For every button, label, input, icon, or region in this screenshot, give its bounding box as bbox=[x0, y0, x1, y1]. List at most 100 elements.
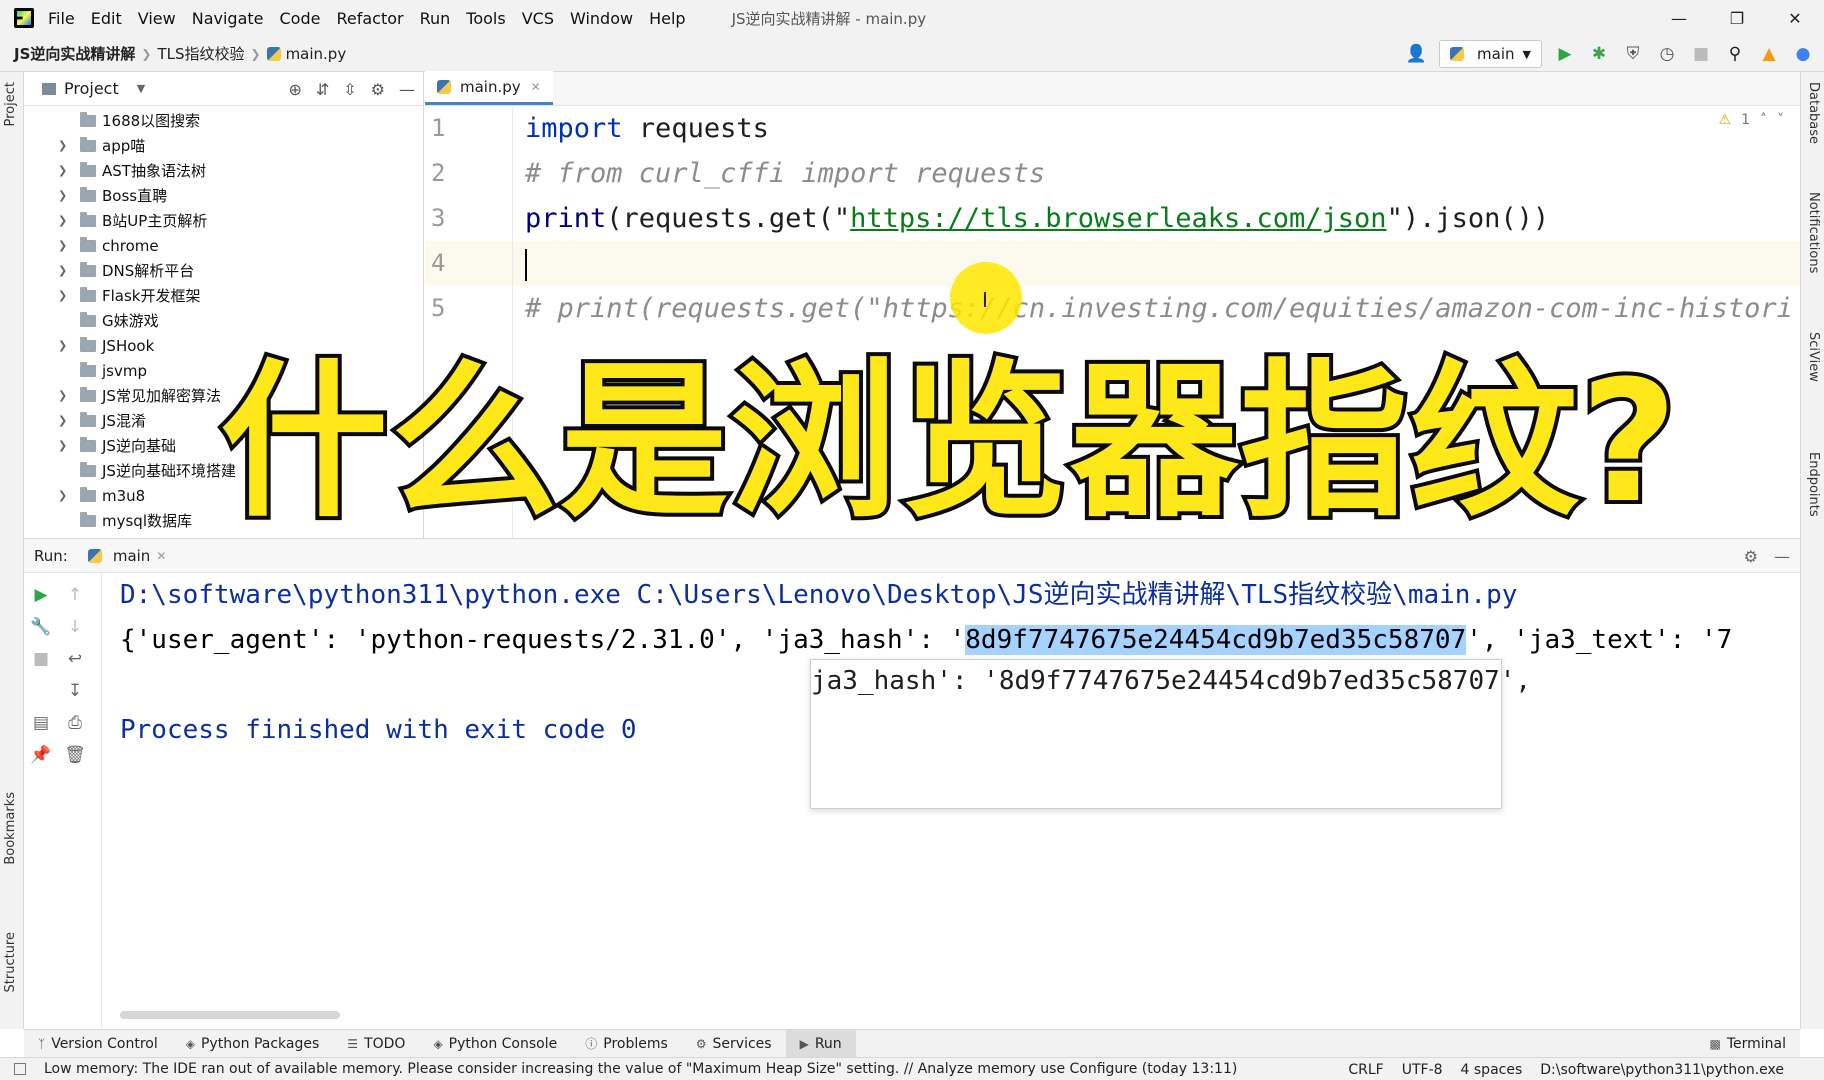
menu-run[interactable]: Run bbox=[420, 9, 451, 28]
locate-icon[interactable]: ⊕ bbox=[288, 80, 301, 99]
chevron-right-icon[interactable]: ❯ bbox=[58, 264, 72, 277]
structure-tool-tab[interactable]: Structure bbox=[3, 932, 18, 992]
project-tree-item[interactable]: ❯ AST抽象语法树 bbox=[24, 158, 423, 183]
arrow-down-icon[interactable]: ↓ bbox=[64, 617, 86, 637]
scroll-to-end-icon[interactable]: ↧ bbox=[64, 681, 86, 701]
wrench-icon[interactable]: 🔧 bbox=[30, 617, 52, 637]
chevron-right-icon[interactable]: ❯ bbox=[58, 139, 72, 152]
breadcrumb-project[interactable]: JS逆向实战精讲解 bbox=[14, 43, 135, 64]
menu-vcs[interactable]: VCS bbox=[522, 9, 554, 28]
menu-help[interactable]: Help bbox=[649, 9, 685, 28]
menu-refactor[interactable]: Refactor bbox=[336, 9, 403, 28]
code-line-1[interactable]: import requests bbox=[513, 106, 1800, 151]
breadcrumb-file[interactable]: main.py bbox=[286, 45, 347, 63]
stop-icon[interactable]: ■ bbox=[1690, 44, 1712, 64]
chevron-right-icon[interactable]: ❯ bbox=[58, 489, 72, 502]
minimize-icon[interactable]: — bbox=[1650, 0, 1708, 36]
update-icon[interactable]: ▲ bbox=[1758, 44, 1780, 64]
database-tool-tab[interactable]: Database bbox=[1806, 82, 1821, 144]
chevron-right-icon[interactable]: ❯ bbox=[58, 439, 72, 452]
gear-icon[interactable]: ⚙ bbox=[1744, 547, 1758, 566]
menu-edit[interactable]: Edit bbox=[91, 9, 122, 28]
project-tree-item[interactable]: G妹游戏 bbox=[24, 308, 423, 333]
notifications-tool-tab[interactable]: Notifications bbox=[1806, 192, 1821, 273]
project-tree-item[interactable]: ❯ Flask开发框架 bbox=[24, 283, 423, 308]
arrow-up-icon[interactable]: ↑ bbox=[64, 585, 86, 605]
code-line-3[interactable]: print(requests.get("https://tls.browserl… bbox=[513, 196, 1800, 241]
breadcrumb-folder[interactable]: TLS指纹校验 bbox=[157, 43, 244, 64]
project-tree-item[interactable]: ❯ Boss直聘 bbox=[24, 183, 423, 208]
trash-icon[interactable]: 🗑 bbox=[64, 745, 86, 765]
search-icon[interactable]: ⚲ bbox=[1724, 44, 1746, 64]
project-tree-item[interactable]: ❯ chrome bbox=[24, 233, 423, 258]
hide-panel-icon[interactable]: — bbox=[399, 80, 415, 99]
menu-navigate[interactable]: Navigate bbox=[192, 9, 264, 28]
project-tree-item[interactable]: ❯ app喵 bbox=[24, 133, 423, 158]
chevron-right-icon[interactable]: ❯ bbox=[58, 164, 72, 177]
bookmarks-tool-tab[interactable]: Bookmarks bbox=[3, 792, 18, 865]
project-tool-tab[interactable]: Project bbox=[3, 82, 18, 126]
tab-terminal[interactable]: ▩ Terminal bbox=[1709, 1030, 1786, 1058]
tab-python-console[interactable]: ◈ Python Console bbox=[419, 1030, 571, 1058]
expand-all-icon[interactable]: ⇵ bbox=[316, 80, 329, 99]
project-panel-title[interactable]: Project bbox=[64, 79, 119, 98]
soft-wrap-icon[interactable]: ↩ bbox=[64, 649, 86, 669]
debug-icon[interactable]: ✱ bbox=[1588, 44, 1610, 64]
code-line-5[interactable]: # print(requests.get("https://cn.investi… bbox=[513, 286, 1800, 331]
rerun-icon[interactable]: ▶ bbox=[30, 585, 52, 605]
tab-main-py[interactable]: main.py ✕ bbox=[425, 71, 553, 105]
chevron-right-icon[interactable]: ❯ bbox=[58, 389, 72, 402]
close-icon[interactable]: ✕ bbox=[1766, 0, 1824, 36]
pin-icon[interactable]: 📌 bbox=[30, 745, 52, 765]
menu-view[interactable]: View bbox=[138, 9, 176, 28]
user-icon[interactable]: 👤 bbox=[1405, 44, 1427, 64]
chevron-right-icon[interactable]: ❯ bbox=[58, 189, 72, 202]
tab-python-packages[interactable]: ◈ Python Packages bbox=[172, 1030, 334, 1058]
chevron-down-icon[interactable]: ▼ bbox=[137, 82, 145, 95]
project-tree-item[interactable]: ❯ DNS解析平台 bbox=[24, 258, 423, 283]
layout-icon[interactable]: ▤ bbox=[30, 713, 52, 733]
run-configuration-select[interactable]: main ▼ bbox=[1439, 40, 1542, 68]
menu-tools[interactable]: Tools bbox=[466, 9, 505, 28]
chevron-down-icon[interactable]: ˅ bbox=[1777, 112, 1784, 128]
menu-code[interactable]: Code bbox=[280, 9, 321, 28]
indent-setting[interactable]: 4 spaces bbox=[1461, 1062, 1523, 1078]
status-message[interactable]: Low memory: The IDE ran out of available… bbox=[44, 1061, 1237, 1077]
sciview-tool-tab[interactable]: SciView bbox=[1806, 332, 1821, 382]
interpreter-path[interactable]: D:\software\python311\python.exe bbox=[1540, 1062, 1784, 1078]
url-string[interactable]: https://tls.browserleaks.com/json bbox=[850, 203, 1386, 234]
print-icon[interactable]: ⎙ bbox=[64, 713, 86, 733]
tab-services[interactable]: ⚙ Services bbox=[682, 1030, 786, 1058]
collapse-all-icon[interactable]: ⇳ bbox=[343, 80, 356, 99]
project-tree-item[interactable]: 1688以图搜索 bbox=[24, 108, 423, 133]
run-icon[interactable]: ▶ bbox=[1554, 44, 1576, 64]
chevron-right-icon[interactable]: ❯ bbox=[58, 339, 72, 352]
code-line-4[interactable] bbox=[513, 241, 1800, 286]
file-encoding[interactable]: UTF-8 bbox=[1402, 1062, 1443, 1078]
run-tab-main[interactable]: main ✕ bbox=[82, 547, 173, 565]
tab-run[interactable]: ▶ Run bbox=[785, 1029, 856, 1058]
tab-todo[interactable]: ☰ TODO bbox=[333, 1030, 419, 1058]
status-toggle-icon[interactable] bbox=[14, 1063, 26, 1075]
jetbrains-icon[interactable]: ● bbox=[1792, 44, 1814, 64]
endpoints-tool-tab[interactable]: Endpoints bbox=[1806, 452, 1821, 517]
code-line-2[interactable]: # from curl_cffi import requests bbox=[513, 151, 1800, 196]
tab-version-control[interactable]: ᛉ Version Control bbox=[24, 1030, 172, 1058]
chevron-up-icon[interactable]: ˄ bbox=[1760, 112, 1767, 128]
gear-icon[interactable]: ⚙ bbox=[371, 80, 385, 99]
chevron-right-icon[interactable]: ❯ bbox=[58, 239, 72, 252]
coverage-icon[interactable]: ⛨ bbox=[1622, 44, 1644, 64]
menu-file[interactable]: File bbox=[48, 9, 75, 28]
hide-panel-icon[interactable]: — bbox=[1774, 547, 1790, 566]
restore-icon[interactable]: ❐ bbox=[1708, 0, 1766, 36]
chevron-right-icon[interactable]: ❯ bbox=[58, 289, 72, 302]
chevron-right-icon[interactable]: ❯ bbox=[58, 214, 72, 227]
profile-icon[interactable]: ◷ bbox=[1656, 44, 1678, 64]
tab-problems[interactable]: ⓘ Problems bbox=[571, 1030, 682, 1058]
project-tree-item[interactable]: ❯ B站UP主页解析 bbox=[24, 208, 423, 233]
inspection-widget[interactable]: ⚠ 1 ˄ ˅ bbox=[1719, 112, 1784, 128]
line-separator[interactable]: CRLF bbox=[1348, 1062, 1383, 1078]
selected-text[interactable]: 8d9f7747675e24454cd9b7ed35c58707 bbox=[965, 625, 1467, 655]
chevron-right-icon[interactable]: ❯ bbox=[58, 414, 72, 427]
horizontal-scrollbar[interactable] bbox=[120, 1011, 340, 1019]
